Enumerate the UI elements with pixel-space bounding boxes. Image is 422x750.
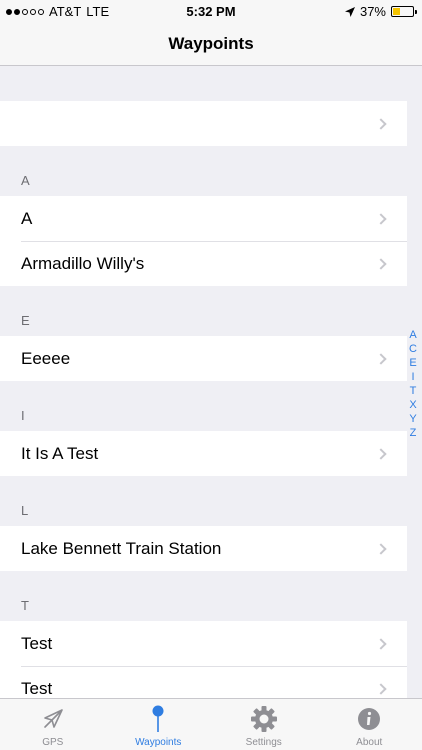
- waypoints-table[interactable]: A A Armadillo Willy's E Eeeee I It Is A …: [0, 66, 407, 698]
- status-bar: AT&T LTE 5:32 PM 37%: [0, 0, 422, 22]
- section-header-label: T: [21, 598, 29, 613]
- index-letter[interactable]: Z: [410, 426, 417, 440]
- section-header-label: I: [21, 408, 25, 423]
- waypoint-label: Test: [21, 678, 53, 698]
- waypoint-row[interactable]: Eeeee: [0, 336, 407, 381]
- page-title: Waypoints: [168, 34, 254, 53]
- gear-icon: [249, 704, 279, 734]
- index-letter[interactable]: A: [409, 328, 416, 342]
- chevron-right-icon: [375, 212, 387, 225]
- location-services-icon: [344, 6, 355, 17]
- table-top-spacer: [0, 66, 407, 101]
- tab-label: GPS: [42, 737, 64, 748]
- section-header-label: E: [21, 313, 30, 328]
- tab-bar: GPS Waypoints Settings About: [0, 698, 422, 750]
- index-letter[interactable]: E: [409, 356, 416, 370]
- tab-label: About: [356, 737, 383, 748]
- section-header-l: L: [0, 476, 407, 526]
- section-header-label: A: [21, 173, 30, 188]
- chevron-right-icon: [375, 352, 387, 365]
- info-icon: [354, 704, 384, 734]
- index-letter[interactable]: I: [411, 370, 414, 384]
- tab-label: Waypoints: [135, 737, 182, 748]
- chevron-right-icon: [375, 117, 387, 130]
- waypoint-label: Eeeee: [21, 348, 71, 368]
- waypoint-label: It Is A Test: [21, 443, 99, 463]
- index-letter[interactable]: Y: [409, 412, 416, 426]
- waypoint-row[interactable]: It Is A Test: [0, 431, 407, 476]
- index-letter[interactable]: T: [410, 384, 417, 398]
- waypoint-label: A: [21, 208, 33, 228]
- battery-percent: 37%: [359, 4, 386, 19]
- navigation-bar: Waypoints: [0, 22, 422, 66]
- waypoint-row[interactable]: Test: [0, 666, 407, 698]
- waypoint-row[interactable]: A: [0, 196, 407, 241]
- index-letter[interactable]: X: [409, 398, 416, 412]
- tab-label: Settings: [245, 737, 282, 748]
- tab-waypoints[interactable]: Waypoints: [106, 699, 212, 750]
- section-header-t: T: [0, 571, 407, 621]
- map-pin-icon: [143, 704, 173, 734]
- waypoint-row[interactable]: Test: [0, 621, 407, 666]
- location-arrow-icon: [38, 704, 68, 734]
- waypoint-row[interactable]: Armadillo Willy's: [0, 241, 407, 286]
- section-index[interactable]: A C E I T X Y Z: [406, 328, 420, 440]
- waypoint-row[interactable]: Lake Bennett Train Station: [0, 526, 407, 571]
- section-header-i: I: [0, 381, 407, 431]
- chevron-right-icon: [375, 637, 387, 650]
- section-header-label: L: [21, 503, 29, 518]
- battery-icon: [391, 6, 417, 17]
- chevron-right-icon: [375, 682, 387, 695]
- tab-gps[interactable]: GPS: [0, 699, 106, 750]
- waypoint-row-blank[interactable]: [0, 101, 407, 146]
- tab-about[interactable]: About: [317, 699, 422, 750]
- status-right: 37%: [344, 4, 417, 19]
- chevron-right-icon: [375, 542, 387, 555]
- battery-fill: [393, 8, 401, 15]
- chevron-right-icon: [375, 447, 387, 460]
- waypoint-label: Lake Bennett Train Station: [21, 538, 222, 558]
- index-letter[interactable]: C: [409, 342, 417, 356]
- waypoint-label: Armadillo Willy's: [21, 253, 145, 273]
- tab-settings[interactable]: Settings: [211, 699, 317, 750]
- chevron-right-icon: [375, 257, 387, 270]
- section-header-e: E: [0, 286, 407, 336]
- section-header-a: A: [0, 146, 407, 196]
- waypoint-label: Test: [21, 633, 53, 653]
